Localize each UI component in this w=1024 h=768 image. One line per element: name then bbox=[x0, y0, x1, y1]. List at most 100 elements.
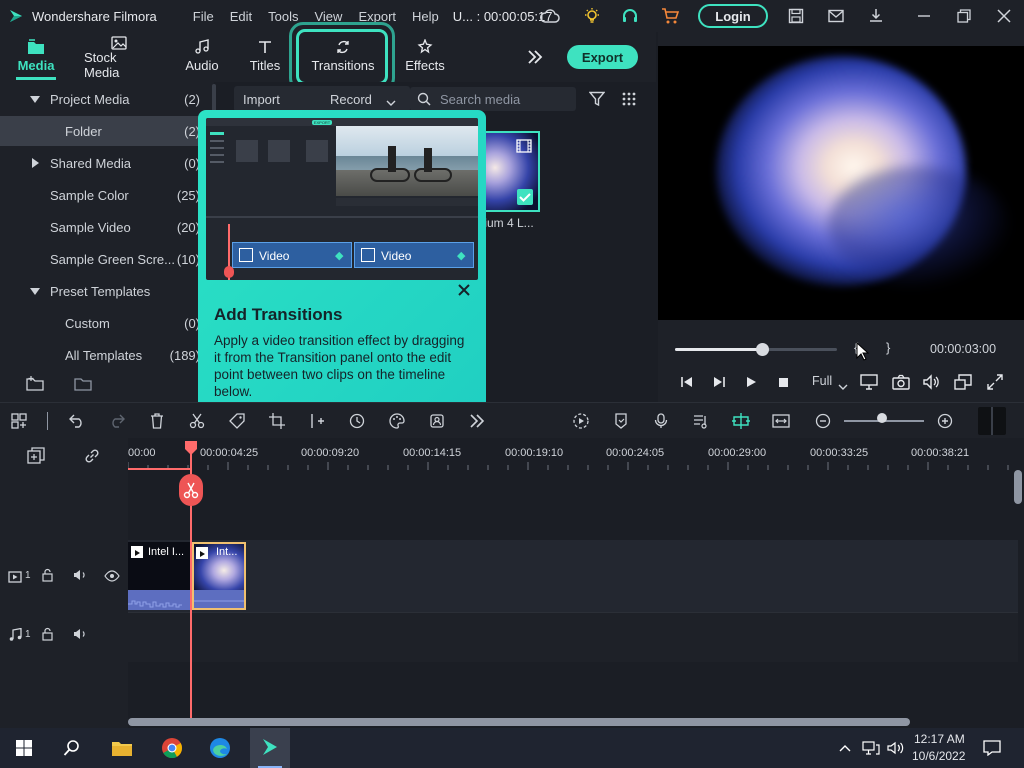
add-track-icon[interactable] bbox=[27, 447, 45, 465]
notification-icon[interactable] bbox=[980, 736, 1004, 760]
chevron-down-icon[interactable] bbox=[838, 378, 848, 390]
menu-edit[interactable]: Edit bbox=[222, 9, 260, 24]
timeline-vertical-scrollbar[interactable] bbox=[1014, 470, 1022, 504]
redo-icon[interactable] bbox=[106, 411, 128, 431]
fit-timeline-icon[interactable] bbox=[770, 411, 792, 431]
network-icon[interactable] bbox=[860, 736, 882, 760]
search-box[interactable] bbox=[410, 87, 576, 111]
windows-start-icon[interactable] bbox=[12, 736, 36, 760]
taskbar-clock-time[interactable]: 12:17 AM bbox=[914, 732, 965, 746]
chevron-down-icon[interactable] bbox=[386, 94, 396, 106]
undo-icon[interactable] bbox=[66, 411, 88, 431]
timeline-horizontal-scrollbar[interactable] bbox=[128, 718, 910, 726]
more-tabs-chevron-icon[interactable] bbox=[526, 48, 546, 68]
expand-triangle-icon[interactable] bbox=[32, 158, 39, 168]
cart-icon[interactable] bbox=[660, 6, 680, 26]
menu-help[interactable]: Help bbox=[404, 9, 447, 24]
crop-icon[interactable] bbox=[266, 411, 288, 431]
chrome-icon[interactable] bbox=[160, 736, 184, 760]
speed-clock-icon[interactable] bbox=[346, 411, 368, 431]
tab-titles[interactable]: Titles bbox=[248, 36, 282, 80]
video-clip-1[interactable]: Intel I... bbox=[128, 542, 190, 610]
speaker-icon[interactable] bbox=[72, 627, 88, 641]
quality-select[interactable]: Full bbox=[812, 374, 832, 388]
render-preview-icon[interactable] bbox=[570, 411, 592, 431]
lock-icon[interactable] bbox=[41, 627, 55, 641]
microphone-icon[interactable] bbox=[650, 411, 672, 431]
library-item-sample-green-screen[interactable]: Sample Green Scre... (10) bbox=[0, 244, 210, 274]
video-clip-2-selected[interactable]: Int... bbox=[192, 542, 246, 610]
login-button[interactable]: Login bbox=[698, 4, 768, 28]
bulb-icon[interactable] bbox=[582, 6, 602, 26]
next-frame-icon[interactable] bbox=[708, 372, 730, 392]
mail-icon[interactable] bbox=[826, 6, 846, 26]
tag-icon[interactable] bbox=[226, 411, 248, 431]
tab-effects[interactable]: Effects bbox=[404, 36, 446, 80]
playhead-split-scissors[interactable] bbox=[179, 474, 203, 506]
folder-icon[interactable] bbox=[74, 376, 92, 392]
speaker-icon[interactable] bbox=[72, 568, 88, 582]
grid-view-icon[interactable] bbox=[621, 91, 637, 107]
cut-scissors-icon[interactable] bbox=[186, 411, 208, 431]
collapse-triangle-icon[interactable] bbox=[30, 96, 40, 103]
menu-file[interactable]: File bbox=[185, 9, 222, 24]
record-button[interactable]: Record bbox=[330, 92, 372, 107]
snapshot-camera-icon[interactable] bbox=[890, 372, 912, 392]
playback-progress-knob[interactable] bbox=[756, 343, 770, 356]
minimize-icon[interactable] bbox=[914, 6, 934, 26]
lock-icon[interactable] bbox=[41, 568, 55, 582]
pip-layout-icon[interactable] bbox=[952, 372, 974, 392]
timeline-layout-toggle[interactable] bbox=[978, 407, 1006, 435]
cloud-icon[interactable] bbox=[540, 6, 560, 26]
tab-media[interactable]: Media bbox=[16, 36, 56, 80]
timeline-zoom-knob[interactable] bbox=[877, 413, 887, 423]
layout-grid-icon[interactable] bbox=[8, 411, 30, 431]
save-icon[interactable] bbox=[786, 6, 806, 26]
new-folder-icon[interactable] bbox=[26, 376, 44, 392]
edge-icon[interactable] bbox=[208, 736, 232, 760]
monitor-icon[interactable] bbox=[858, 372, 880, 392]
tooltip-close-icon[interactable] bbox=[457, 283, 473, 299]
zoom-in-icon[interactable] bbox=[934, 411, 956, 431]
playback-progress-bar[interactable] bbox=[675, 343, 837, 356]
volume-icon[interactable] bbox=[920, 372, 942, 392]
collapse-triangle-icon[interactable] bbox=[30, 288, 40, 295]
marker-shield-icon[interactable] bbox=[610, 411, 632, 431]
color-palette-icon[interactable] bbox=[386, 411, 408, 431]
headset-support-icon[interactable] bbox=[620, 6, 640, 26]
preview-video[interactable] bbox=[658, 46, 1024, 320]
video-track[interactable] bbox=[128, 540, 1018, 612]
split-add-icon[interactable] bbox=[306, 411, 328, 431]
stop-icon[interactable] bbox=[772, 372, 794, 392]
audio-track[interactable] bbox=[128, 612, 1018, 662]
volume-icon[interactable] bbox=[884, 736, 906, 760]
library-item-all-templates[interactable]: All Templates (189) bbox=[0, 340, 210, 370]
tab-audio[interactable]: Audio bbox=[184, 36, 220, 80]
export-button[interactable]: Export bbox=[567, 45, 638, 69]
library-item-project-media[interactable]: Project Media (2) bbox=[0, 84, 210, 114]
snap-magnet-icon[interactable] bbox=[730, 411, 752, 431]
library-item-sample-video[interactable]: Sample Video (20) bbox=[0, 212, 210, 242]
tab-stock-media[interactable]: Stock Media bbox=[84, 36, 154, 80]
speech-to-text-icon[interactable] bbox=[426, 411, 448, 431]
download-icon[interactable] bbox=[866, 6, 886, 26]
file-explorer-icon[interactable] bbox=[110, 736, 134, 760]
zoom-out-icon[interactable] bbox=[812, 411, 834, 431]
timeline-ruler[interactable]: 00:00 00:00:04:25 00:00:09:20 00:00:14:1… bbox=[128, 438, 1024, 470]
restore-icon[interactable] bbox=[954, 6, 974, 26]
library-item-folder[interactable]: Folder (2) bbox=[0, 116, 210, 146]
library-item-shared-media[interactable]: Shared Media (0) bbox=[0, 148, 210, 178]
chevron-up-icon[interactable] bbox=[836, 736, 854, 760]
search-input[interactable] bbox=[440, 90, 570, 108]
filter-icon[interactable] bbox=[588, 91, 606, 107]
play-icon[interactable] bbox=[740, 372, 762, 392]
more-tools-chevron-icon[interactable] bbox=[466, 411, 488, 431]
previous-frame-icon[interactable] bbox=[676, 372, 698, 392]
library-item-custom[interactable]: Custom (0) bbox=[0, 308, 210, 338]
eye-visibility-icon[interactable] bbox=[104, 569, 120, 582]
library-item-preset-templates[interactable]: Preset Templates bbox=[0, 276, 210, 306]
import-button[interactable]: Import bbox=[243, 92, 280, 107]
taskbar-clock-date[interactable]: 10/6/2022 bbox=[912, 749, 965, 763]
mark-out-icon[interactable]: } bbox=[886, 340, 890, 355]
library-item-sample-color[interactable]: Sample Color (25) bbox=[0, 180, 210, 210]
